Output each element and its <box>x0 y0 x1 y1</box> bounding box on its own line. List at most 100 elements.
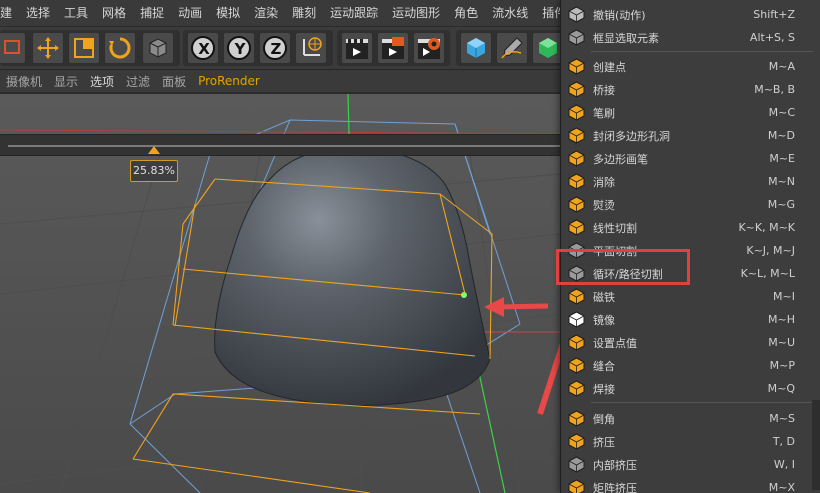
pen-spline-icon[interactable] <box>496 32 528 64</box>
menu-item-shortcut: M~E <box>769 152 795 165</box>
menu-item-label: 框显选取元素 <box>593 31 659 45</box>
menu-item-undo[interactable]: 撤销(动作) Shift+Z <box>561 3 820 26</box>
menu-item-select[interactable]: 选择 <box>19 0 57 27</box>
axis-x-lock-button[interactable]: X <box>187 32 219 64</box>
extrude-icon <box>567 432 586 451</box>
recent-tools-icon[interactable] <box>142 32 174 64</box>
coordinate-system-icon[interactable] <box>295 32 327 64</box>
menu-item-iron[interactable]: 熨烫 M~G <box>561 193 820 216</box>
set-point-value-icon <box>567 333 586 352</box>
menu-item-render[interactable]: 渲染 <box>247 0 285 27</box>
bridge-icon <box>567 80 586 99</box>
iron-icon <box>567 195 586 214</box>
render-view-icon[interactable] <box>341 32 373 64</box>
menu-item-matrix-extrude[interactable]: 矩阵挤压 M~X <box>561 476 820 493</box>
menu-item-shortcut: W, I <box>773 458 795 471</box>
render-region-icon[interactable] <box>377 32 409 64</box>
menu-item-mirror[interactable]: 镜像 M~H <box>561 308 820 331</box>
magnet-icon <box>567 287 586 306</box>
viewport-menu-display[interactable]: 显示 <box>54 73 78 90</box>
menu-item-shortcut: M~N <box>768 175 795 188</box>
menu-item-weld[interactable]: 焊接 M~Q <box>561 377 820 400</box>
selected-point[interactable] <box>461 292 467 298</box>
menu-item-extrude-inner[interactable]: 内部挤压 W, I <box>561 453 820 476</box>
context-menu-scrollbar[interactable] <box>812 400 820 490</box>
rotate-tool-icon[interactable] <box>104 32 136 64</box>
menu-item-label: 倒角 <box>593 412 615 426</box>
menu-item-label: 线性切割 <box>593 221 637 235</box>
menu-item-shortcut: M~P <box>769 359 795 372</box>
menu-item-magnet[interactable]: 磁铁 M~I <box>561 285 820 308</box>
bevel-icon <box>567 409 586 428</box>
menu-item-character[interactable]: 角色 <box>447 0 485 27</box>
menu-item-polygon-pen[interactable]: 多边形画笔 M~E <box>561 147 820 170</box>
menu-item-pipeline[interactable]: 流水线 <box>485 0 535 27</box>
scale-tool-icon[interactable] <box>68 32 100 64</box>
axis-z-label: Z <box>270 40 282 58</box>
menu-item-shortcut: K~J, M~J <box>746 244 795 257</box>
menu-item-bridge[interactable]: 桥接 M~B, B <box>561 78 820 101</box>
menu-item-snap[interactable]: 捕捉 <box>133 0 171 27</box>
cube-object-icon[interactable] <box>460 32 492 64</box>
viewport-menu-options[interactable]: 选项 <box>90 73 114 90</box>
undo-icon <box>567 5 586 24</box>
menu-item-label: 创建点 <box>593 60 626 74</box>
menu-item-label: 撤销(动作) <box>593 8 646 22</box>
menu-item-label: 挤压 <box>593 435 615 449</box>
menu-item-label: 熨烫 <box>593 198 615 212</box>
menu-item-set-point-value[interactable]: 设置点值 M~U <box>561 331 820 354</box>
weld-icon <box>567 379 586 398</box>
menu-item-label: 封闭多边形孔洞 <box>593 129 670 143</box>
menu-item-label: 镜像 <box>593 313 615 327</box>
line-cut-icon <box>567 218 586 237</box>
axis-z-lock-button[interactable]: Z <box>259 32 291 64</box>
viewport-menu-filter[interactable]: 过滤 <box>126 73 150 90</box>
axis-x-label: X <box>198 40 210 58</box>
highlight-box <box>556 249 690 285</box>
menu-item-label: 多边形画笔 <box>593 152 648 166</box>
menu-item-tools[interactable]: 工具 <box>57 0 95 27</box>
menu-item-bevel[interactable]: 倒角 M~S <box>561 407 820 430</box>
menu-separator <box>591 402 813 403</box>
dissolve-icon <box>567 172 586 191</box>
menu-item-mesh[interactable]: 网格 <box>95 0 133 27</box>
menu-item-mograph[interactable]: 运动图形 <box>385 0 447 27</box>
menu-item-create-point[interactable]: 创建点 M~A <box>561 55 820 78</box>
menu-item-line-cut[interactable]: 线性切割 K~K, M~K <box>561 216 820 239</box>
selection-tool-icon[interactable] <box>0 32 26 64</box>
create-point-icon <box>567 57 586 76</box>
menu-item-stitch[interactable]: 缝合 M~P <box>561 354 820 377</box>
loop-cut-slider-track[interactable] <box>0 134 570 156</box>
viewport-menu-prorender[interactable]: ProRender <box>198 74 260 88</box>
menu-item-shortcut: M~Q <box>767 382 795 395</box>
stitch-icon <box>567 356 586 375</box>
move-tool-icon[interactable] <box>32 32 64 64</box>
menu-item-animate[interactable]: 动画 <box>171 0 209 27</box>
menu-item-motion-tracker[interactable]: 运动跟踪 <box>323 0 385 27</box>
menu-item-shortcut: K~K, M~K <box>738 221 795 234</box>
menu-item-sculpt[interactable]: 雕刻 <box>285 0 323 27</box>
viewport-menu-cameras[interactable]: 摄像机 <box>6 73 42 90</box>
loop-cut-slider-handle[interactable] <box>148 146 160 154</box>
render-settings-icon[interactable] <box>413 32 445 64</box>
axis-y-lock-button[interactable]: Y <box>223 32 255 64</box>
menu-item-create[interactable]: 建 <box>0 0 19 27</box>
menu-item-shortcut: M~D <box>767 129 795 142</box>
menu-item-label: 设置点值 <box>593 336 637 350</box>
menu-item-extrude[interactable]: 挤压 T, D <box>561 430 820 453</box>
menu-item-frame-selection[interactable]: 框显选取元素 Alt+S, S <box>561 26 820 49</box>
menu-item-label: 桥接 <box>593 83 615 97</box>
menu-item-close-polygon-hole[interactable]: 封闭多边形孔洞 M~D <box>561 124 820 147</box>
close-polygon-hole-icon <box>567 126 586 145</box>
polygon-pen-icon <box>567 149 586 168</box>
menu-item-brush[interactable]: 笔刷 M~C <box>561 101 820 124</box>
menu-item-shortcut: Shift+Z <box>753 8 795 21</box>
menu-item-simulate[interactable]: 模拟 <box>209 0 247 27</box>
menu-item-shortcut: M~S <box>769 412 795 425</box>
menu-item-dissolve[interactable]: 消除 M~N <box>561 170 820 193</box>
menu-item-label: 消除 <box>593 175 615 189</box>
menu-separator <box>591 51 813 52</box>
menu-item-label: 内部挤压 <box>593 458 637 472</box>
viewport-menu-panel[interactable]: 面板 <box>162 73 186 90</box>
matrix-extrude-icon <box>567 478 586 493</box>
